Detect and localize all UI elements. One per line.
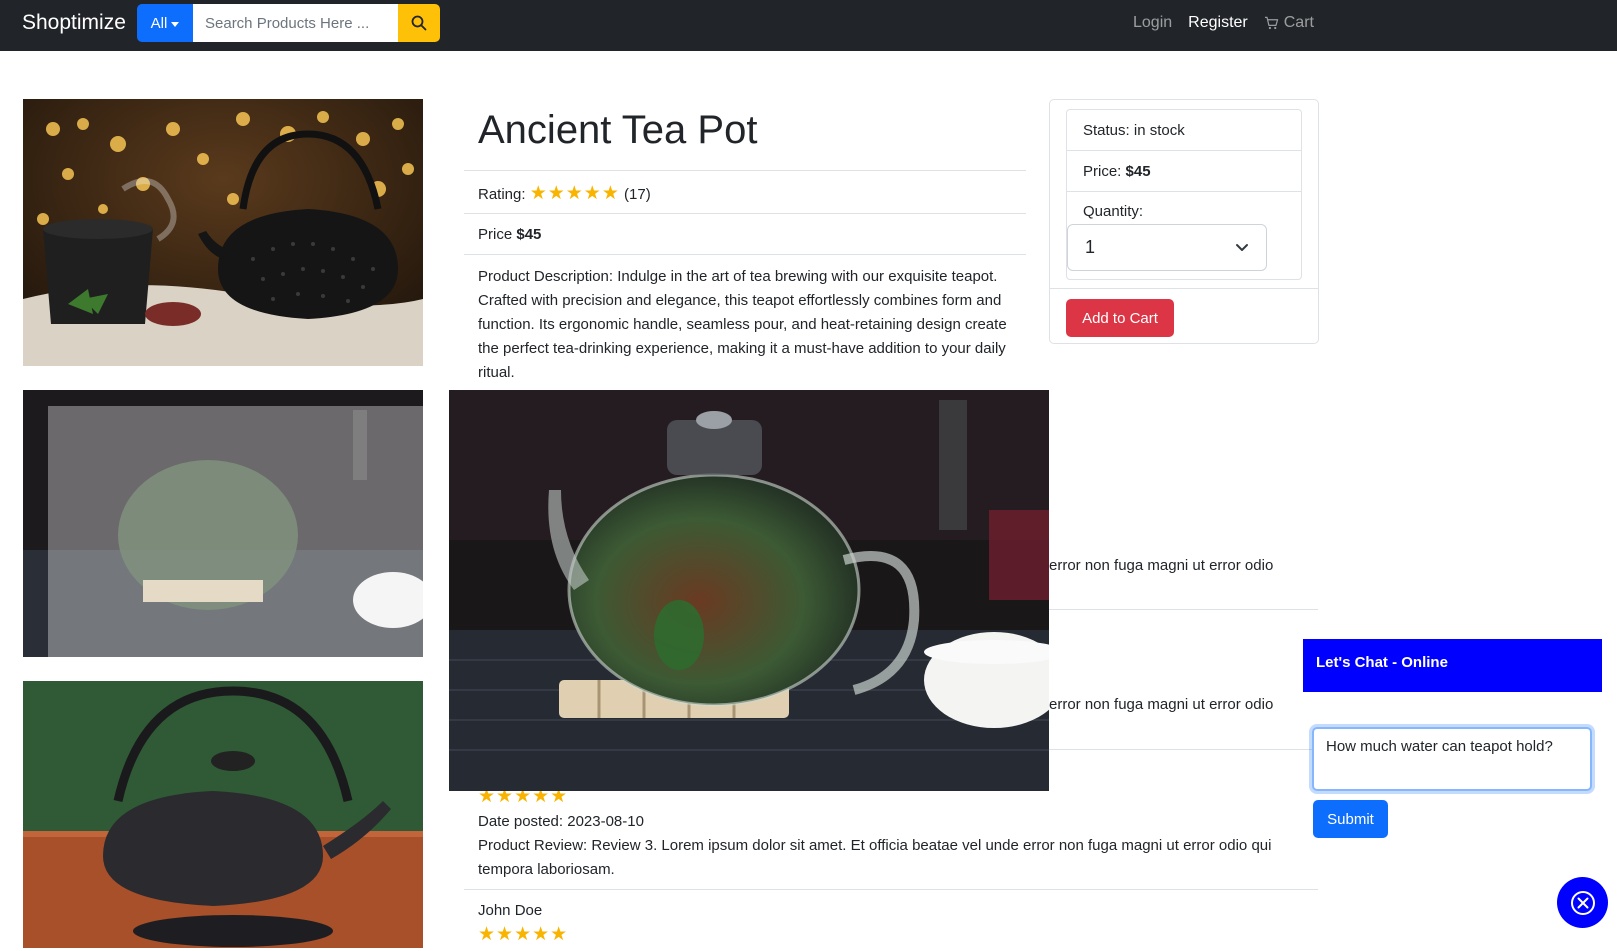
- product-title: Ancient Tea Pot: [478, 108, 758, 152]
- cast-iron-teapot-bokeh-image: [23, 99, 423, 366]
- caret-down-icon: [171, 21, 180, 27]
- review-text-fragment: error non fuga magni ut error odio: [1049, 696, 1274, 713]
- review-body: Product Review: Review 3. Lorem ipsum do…: [478, 837, 1272, 878]
- price-label: Price: [478, 226, 513, 243]
- rating-label: Rating:: [478, 186, 526, 203]
- chevron-down-icon: [1236, 243, 1248, 251]
- quantity-select[interactable]: 1: [1067, 224, 1267, 271]
- add-to-cart-button[interactable]: Add to Cart: [1066, 299, 1174, 337]
- quantity-value: 1: [1085, 237, 1096, 257]
- zoom-lens[interactable]: [48, 406, 423, 657]
- card-price-row: Price: $45: [1067, 163, 1301, 180]
- cart-link[interactable]: Cart: [1264, 14, 1314, 32]
- review-stars: ★★★★★: [478, 924, 569, 945]
- register-link[interactable]: Register: [1188, 14, 1248, 32]
- category-label: All: [150, 14, 168, 32]
- chat-message-input[interactable]: How much water can teapot hold?: [1312, 727, 1592, 791]
- search-input[interactable]: [193, 4, 398, 42]
- rating-count: (17): [624, 186, 651, 203]
- category-dropdown-button[interactable]: All: [137, 4, 193, 42]
- search-group: All: [137, 4, 440, 42]
- cart-label: Cart: [1283, 14, 1314, 31]
- stock-status: Status: in stock: [1083, 122, 1185, 139]
- divider: [1067, 150, 1301, 151]
- chat-close-button[interactable]: [1557, 877, 1608, 928]
- search-icon: [411, 15, 427, 31]
- iron-teapot-on-table-image: [23, 681, 423, 948]
- navbar: Shoptimize All Login Register Cart: [0, 0, 1617, 51]
- login-link[interactable]: Login: [1133, 14, 1172, 32]
- product-image-iron-thumb[interactable]: [23, 681, 423, 948]
- divider: [464, 889, 1318, 890]
- review-date: Date posted: 2023-08-10: [478, 813, 644, 830]
- review-author: John Doe: [478, 902, 543, 919]
- quantity-label: Quantity:: [1083, 203, 1144, 220]
- brand-logo[interactable]: Shoptimize: [22, 11, 126, 35]
- divider: [464, 170, 1026, 171]
- chat-submit-button[interactable]: Submit: [1313, 800, 1388, 838]
- product-image-main[interactable]: [23, 99, 423, 366]
- purchase-card: Status: in stock Price: $45 Quantity: 1 …: [1049, 99, 1319, 344]
- rating-row: Rating: ★★★★★ (17): [478, 182, 651, 205]
- product-description: Product Description: Indulge in the art …: [478, 268, 1007, 381]
- search-button[interactable]: [398, 4, 440, 42]
- close-circle-icon: [1570, 890, 1595, 915]
- card-price-label: Price:: [1083, 163, 1122, 180]
- glass-teapot-zoomed-image: [449, 390, 1049, 791]
- card-price-value: $45: [1125, 163, 1151, 180]
- zoomed-product-image: [449, 390, 1049, 791]
- review-text-fragment: error non fuga magni ut error odio: [1049, 557, 1274, 574]
- price-value: $45: [516, 226, 542, 243]
- nav-links: Login Register Cart: [1133, 14, 1314, 32]
- divider: [464, 254, 1026, 255]
- price-row: Price $45: [478, 226, 541, 243]
- chat-header: Let's Chat - Online: [1303, 639, 1602, 692]
- divider: [464, 213, 1026, 214]
- rating-stars: ★★★★★: [529, 183, 620, 204]
- divider: [1050, 288, 1318, 289]
- divider: [1067, 191, 1301, 192]
- cart-icon: [1264, 16, 1278, 30]
